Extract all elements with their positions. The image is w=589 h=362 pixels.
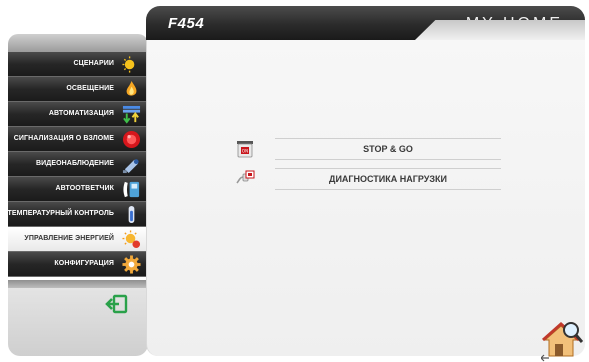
sidebar-item-answering-machine[interactable]: АВТООТВЕТЧИК	[8, 177, 148, 202]
sidebar-item-scenarios[interactable]: СЦЕНАРИИ	[8, 52, 148, 77]
load-diagnostics-plug-icon	[236, 170, 255, 184]
menu-item-load-diagnostics[interactable]: ДИАГНОСТИКА НАГРУЗКИ	[231, 168, 501, 190]
sidebar-item-label: ОСВЕЩЕНИЕ	[66, 85, 114, 92]
device-model: F454	[168, 15, 205, 32]
sidebar-item-label: СИГНАЛИЗАЦИЯ О ВЗЛОМЕ	[13, 135, 114, 142]
svg-text:ON: ON	[242, 149, 248, 154]
menu-item-label: ДИАГНОСТИКА НАГРУЗКИ	[329, 174, 447, 184]
sidebar-item-temperature-control[interactable]: ТЕМПЕРАТУРНЫЙ КОНТРОЛЬ	[8, 202, 148, 227]
sidebar-footer-band	[8, 280, 148, 288]
sidebar-footer	[8, 280, 148, 356]
sidebar-item-energy-management[interactable]: УПРАВЛЕНИЕ ЭНЕРГИЕЙ	[8, 227, 148, 252]
main-panel: F454 MY HOME ON STOP & GO	[146, 6, 585, 362]
sidebar-item-label: КОНФИГУРАЦИЯ	[54, 260, 114, 267]
sidebar-item-video-surveillance[interactable]: ВИДЕОНАБЛЮДЕНИЕ	[8, 152, 148, 177]
sidebar-item-label: ВИДЕОНАБЛЮДЕНИЕ	[35, 160, 114, 167]
energy-sun-icon	[122, 230, 141, 249]
menu-item-stop-and-go[interactable]: ON STOP & GO	[231, 138, 501, 160]
stop-and-go-device-icon: ON	[237, 141, 253, 158]
answering-phone-icon	[123, 181, 140, 198]
sidebar: СЦЕНАРИИ ОСВЕЩЕНИЕ АВТОМАТИЗАЦИЯ СИГНАЛИ…	[8, 34, 148, 356]
home-search-icon[interactable]	[541, 318, 583, 362]
divider	[275, 189, 501, 190]
gear-icon	[122, 255, 141, 274]
alarm-red-button-icon	[122, 130, 141, 149]
camera-icon	[122, 159, 139, 174]
sidebar-item-intrusion-alarm[interactable]: СИГНАЛИЗАЦИЯ О ВЗЛОМЕ	[8, 127, 148, 152]
divider	[275, 159, 501, 160]
app-window: СЦЕНАРИИ ОСВЕЩЕНИЕ АВТОМАТИЗАЦИЯ СИГНАЛИ…	[0, 0, 589, 362]
sidebar-item-label: СЦЕНАРИИ	[73, 60, 114, 67]
sidebar-item-label: ТЕМПЕРАТУРНЫЙ КОНТРОЛЬ	[7, 210, 114, 217]
content-area: ON STOP & GO ДИАГНОСТИКА НАГРУЗКИ	[146, 40, 585, 362]
sidebar-top-cap	[8, 34, 148, 52]
sidebar-item-label: АВТОМАТИЗАЦИЯ	[48, 110, 114, 117]
sidebar-item-configuration[interactable]: КОНФИГУРАЦИЯ	[8, 252, 148, 277]
sidebar-item-automation[interactable]: АВТОМАТИЗАЦИЯ	[8, 102, 148, 127]
sidebar-nav: СЦЕНАРИИ ОСВЕЩЕНИЕ АВТОМАТИЗАЦИЯ СИГНАЛИ…	[8, 52, 148, 277]
thermometer-icon	[128, 205, 135, 224]
menu-item-label: STOP & GO	[363, 144, 413, 154]
sidebar-item-lighting[interactable]: ОСВЕЩЕНИЕ	[8, 77, 148, 102]
automation-arrows-icon	[122, 105, 141, 124]
sidebar-item-label: АВТООТВЕТЧИК	[55, 185, 114, 192]
scenarios-sun-moon-icon	[122, 56, 140, 73]
sidebar-item-label: УПРАВЛЕНИЕ ЭНЕРГИЕЙ	[24, 235, 114, 242]
exit-arrow-icon[interactable]	[105, 294, 129, 314]
header-notch	[415, 20, 585, 40]
lighting-flame-icon	[126, 80, 137, 96]
